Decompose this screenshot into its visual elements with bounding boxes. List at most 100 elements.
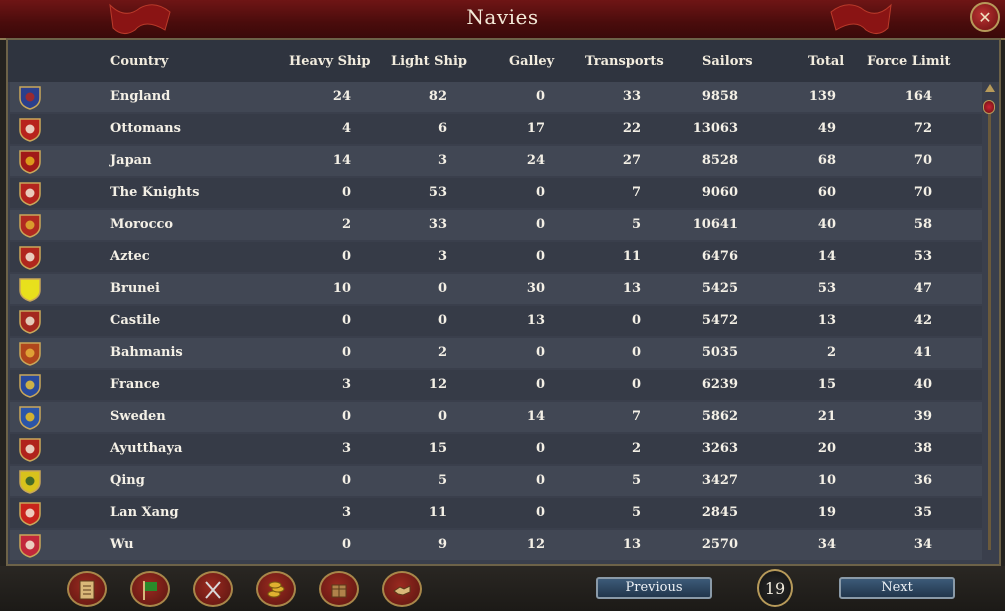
transports-cell: 22: [622, 121, 641, 136]
country-shield-icon[interactable]: [18, 277, 42, 302]
total-cell: 49: [817, 121, 836, 136]
col-heavy-ship[interactable]: Heavy Ship: [289, 54, 370, 69]
heavy-cell: 0: [341, 409, 351, 424]
table-row[interactable]: France 3 12 0 0 6239 15 40: [10, 370, 982, 400]
scroll-thumb[interactable]: [983, 100, 995, 114]
ledger-button[interactable]: [67, 571, 107, 607]
table-row[interactable]: Sweden 0 0 14 7 5862 21 39: [10, 402, 982, 432]
country-name[interactable]: Aztec: [110, 249, 150, 264]
force-limit-cell: 42: [913, 313, 932, 328]
table-row[interactable]: England 24 82 0 33 9858 139 164: [10, 82, 982, 112]
galley-cell: 0: [535, 185, 545, 200]
table-row[interactable]: Brunei 10 0 30 13 5425 53 47: [10, 274, 982, 304]
galley-cell: 12: [526, 537, 545, 552]
table-row[interactable]: Wu 0 9 12 13 2570 34 34: [10, 530, 982, 560]
country-name[interactable]: Morocco: [110, 217, 173, 232]
country-name[interactable]: Sweden: [110, 409, 166, 424]
galley-cell: 13: [526, 313, 545, 328]
country-shield-icon[interactable]: [18, 501, 42, 526]
table-row[interactable]: Ayutthaya 3 15 0 2 3263 20 38: [10, 434, 982, 464]
galley-cell: 0: [535, 377, 545, 392]
country-shield-icon[interactable]: [18, 149, 42, 174]
force-limit-cell: 41: [913, 345, 932, 360]
total-cell: 40: [817, 217, 836, 232]
col-transports[interactable]: Transports: [585, 54, 664, 69]
galley-cell: 0: [535, 345, 545, 360]
galley-cell: 0: [535, 89, 545, 104]
scrollbar[interactable]: [982, 82, 997, 564]
country-shield-icon[interactable]: [18, 85, 42, 110]
country-shield-icon[interactable]: [18, 213, 42, 238]
col-sailors[interactable]: Sailors: [702, 54, 753, 69]
country-shield-icon[interactable]: [18, 117, 42, 142]
close-button[interactable]: ✕: [970, 2, 1000, 32]
country-name[interactable]: France: [110, 377, 160, 392]
next-button[interactable]: Next: [839, 577, 955, 599]
galley-cell: 14: [526, 409, 545, 424]
country-shield-icon[interactable]: [18, 373, 42, 398]
heavy-cell: 3: [341, 377, 351, 392]
sailors-cell: 5035: [701, 345, 738, 360]
force-limit-cell: 47: [913, 281, 932, 296]
country-shield-icon[interactable]: [18, 309, 42, 334]
col-galley[interactable]: Galley: [509, 54, 554, 69]
country-name[interactable]: The Knights: [110, 185, 199, 200]
galley-cell: 0: [535, 249, 545, 264]
country-shield-icon[interactable]: [18, 181, 42, 206]
sailors-cell: 8528: [701, 153, 738, 168]
trade-goods-button[interactable]: [319, 571, 359, 607]
col-country[interactable]: Country: [110, 54, 168, 69]
table-row[interactable]: Japan 14 3 24 27 8528 68 70: [10, 146, 982, 176]
table-row[interactable]: Castile 0 0 13 0 5472 13 42: [10, 306, 982, 336]
light-cell: 15: [428, 441, 447, 456]
country-shield-icon[interactable]: [18, 341, 42, 366]
country-name[interactable]: Castile: [110, 313, 160, 328]
col-force-limit[interactable]: Force Limit: [867, 54, 951, 69]
country-name[interactable]: Ottomans: [110, 121, 181, 136]
transports-cell: 33: [622, 89, 641, 104]
sailors-cell: 13063: [692, 121, 738, 136]
diplomacy-button[interactable]: [382, 571, 422, 607]
total-cell: 15: [817, 377, 836, 392]
galley-cell: 17: [526, 121, 545, 136]
transports-cell: 11: [622, 249, 641, 264]
table-row[interactable]: Morocco 2 33 0 5 10641 40 58: [10, 210, 982, 240]
country-name[interactable]: Ayutthaya: [110, 441, 182, 456]
sailors-cell: 9060: [701, 185, 738, 200]
country-name[interactable]: Wu: [110, 537, 134, 552]
country-name[interactable]: Lan Xang: [110, 505, 179, 520]
military-button[interactable]: [193, 571, 233, 607]
country-shield-icon[interactable]: [18, 533, 42, 558]
total-cell: 19: [817, 505, 836, 520]
total-cell: 68: [817, 153, 836, 168]
sailors-cell: 5425: [701, 281, 738, 296]
force-limit-cell: 58: [913, 217, 932, 232]
country-name[interactable]: Japan: [110, 153, 152, 168]
table-row[interactable]: Lan Xang 3 11 0 5 2845 19 35: [10, 498, 982, 528]
col-total[interactable]: Total: [808, 54, 844, 69]
economy-button[interactable]: [256, 571, 296, 607]
country-shield-icon[interactable]: [18, 405, 42, 430]
table-row[interactable]: Ottomans 4 6 17 22 13063 49 72: [10, 114, 982, 144]
country-name[interactable]: England: [110, 89, 170, 104]
table-row[interactable]: Bahmanis 0 2 0 0 5035 2 41: [10, 338, 982, 368]
previous-button[interactable]: Previous: [596, 577, 712, 599]
country-name[interactable]: Bahmanis: [110, 345, 183, 360]
navies-table: Country Heavy Ship Light Ship Galley Tra…: [6, 38, 1001, 566]
scroll-up-icon[interactable]: [985, 84, 995, 92]
country-name[interactable]: Qing: [110, 473, 145, 488]
country-shield-icon[interactable]: [18, 437, 42, 462]
country-name[interactable]: Brunei: [110, 281, 160, 296]
table-row[interactable]: Qing 0 5 0 5 3427 10 36: [10, 466, 982, 496]
scroll-track[interactable]: [988, 100, 991, 550]
galley-cell: 24: [526, 153, 545, 168]
page-number: 19: [757, 569, 793, 607]
sailors-cell: 3427: [701, 473, 738, 488]
table-row[interactable]: Aztec 0 3 0 11 6476 14 53: [10, 242, 982, 272]
col-light-ship[interactable]: Light Ship: [391, 54, 467, 69]
flag-button[interactable]: [130, 571, 170, 607]
table-row[interactable]: The Knights 0 53 0 7 9060 60 70: [10, 178, 982, 208]
country-shield-icon[interactable]: [18, 245, 42, 270]
country-shield-icon[interactable]: [18, 469, 42, 494]
transports-cell: 27: [622, 153, 641, 168]
